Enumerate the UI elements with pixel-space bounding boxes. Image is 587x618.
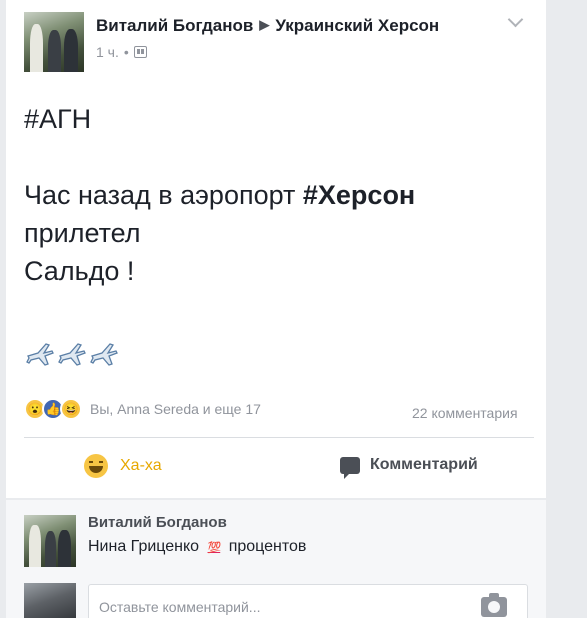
haha-reaction-button[interactable]: Ха-ха bbox=[84, 454, 162, 478]
separator-dot: • bbox=[123, 44, 129, 60]
comment-button[interactable]: Комментарий bbox=[340, 456, 478, 479]
author-name[interactable]: Виталий Богданов bbox=[96, 16, 253, 35]
group-name[interactable]: Украинский Херсон bbox=[275, 16, 439, 35]
post-meta: 1 ч. • bbox=[96, 44, 147, 60]
hashtag-kherson[interactable]: #Херсон bbox=[303, 180, 415, 210]
chevron-down-icon[interactable] bbox=[508, 14, 522, 28]
post-hashtag-agn[interactable]: #АГН bbox=[24, 100, 534, 138]
divider bbox=[24, 437, 534, 438]
post-text-segment: Час назад в аэропорт bbox=[24, 180, 303, 210]
reactions-summary[interactable]: 😮 👍 😆 Вы, Anna Sereda и еще 17 bbox=[24, 398, 261, 420]
current-user-avatar[interactable] bbox=[24, 583, 76, 618]
comment-input[interactable] bbox=[99, 599, 469, 615]
haha-icon bbox=[84, 454, 108, 478]
comment-text-rest: процентов bbox=[228, 538, 307, 555]
mentioned-user[interactable]: Нина Гриценко bbox=[88, 538, 199, 555]
hundred-emoji-icon: 💯 bbox=[207, 542, 222, 554]
audience-icon[interactable] bbox=[133, 46, 147, 58]
airplane-icon bbox=[58, 343, 86, 366]
comment-author[interactable]: Виталий Богданов bbox=[88, 514, 227, 531]
comments-count[interactable]: 22 комментария bbox=[412, 405, 518, 421]
reactors-text[interactable]: Вы, Anna Sereda и еще 17 bbox=[90, 401, 261, 417]
airplane-icon bbox=[90, 343, 118, 366]
camera-icon[interactable] bbox=[481, 593, 507, 617]
post-text-line: Час назад в аэропорт #Херсон bbox=[24, 176, 534, 214]
airplane-icon bbox=[26, 343, 54, 366]
haha-reaction-icon: 😆 bbox=[60, 398, 82, 420]
comment-text: Нина Гриценко 💯 процентов bbox=[88, 538, 306, 556]
post-body: #АГН Час назад в аэропорт #Херсон прилет… bbox=[24, 100, 534, 290]
post-time[interactable]: 1 ч. bbox=[96, 44, 119, 60]
post-text-line: Сальдо ! bbox=[24, 256, 135, 286]
post-card: Виталий Богданов ▶ Украинский Херсон 1 ч. … bbox=[6, 0, 546, 498]
comment-icon bbox=[340, 456, 360, 479]
arrow-right-icon: ▶ bbox=[259, 17, 270, 32]
post-text-line: прилетел bbox=[24, 218, 141, 248]
comment-label: Комментарий bbox=[370, 456, 478, 473]
haha-label: Ха-ха bbox=[120, 457, 162, 474]
reply-box[interactable] bbox=[88, 584, 528, 618]
commenter-avatar[interactable] bbox=[24, 515, 76, 567]
airplane-emojis bbox=[24, 338, 120, 370]
author-avatar[interactable] bbox=[24, 12, 84, 72]
comments-section: Виталий Богданов Нина Гриценко 💯 процент… bbox=[6, 500, 546, 618]
post-header-title: Виталий Богданов ▶ Украинский Херсон bbox=[96, 16, 439, 36]
